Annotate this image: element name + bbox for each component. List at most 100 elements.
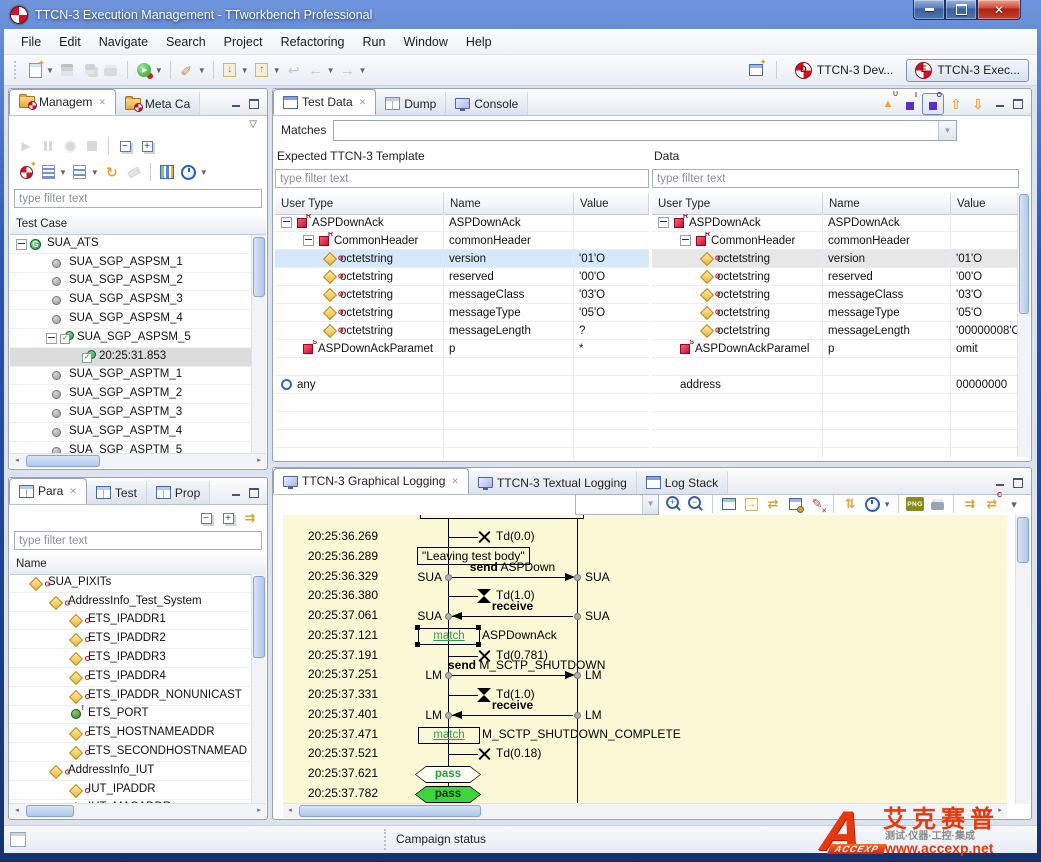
tree-item-ets-ipaddr4[interactable]: ETS_IPADDR4 [10, 668, 252, 687]
menu-search[interactable]: Search [157, 32, 215, 52]
dropdown-caret-icon[interactable]: ▼ [883, 500, 891, 509]
report-button[interactable] [157, 162, 177, 182]
vertical-scrollbar[interactable] [1017, 193, 1030, 457]
table-row[interactable] [652, 358, 1019, 376]
table-row-octetstring[interactable]: octetstringreserved'00'O [275, 268, 649, 286]
data-filter-input[interactable] [652, 169, 1019, 188]
parameter-filter-input[interactable] [14, 531, 262, 550]
nav-up-button[interactable] [946, 94, 966, 114]
tree-item-ets-port[interactable]: ETS_PORT [10, 706, 252, 725]
dropdown-caret-icon[interactable]: ▼ [59, 168, 67, 177]
overflow-chevron-button[interactable] [1004, 494, 1024, 514]
menu-run[interactable]: Run [354, 32, 395, 52]
open-perspective-button[interactable] [746, 60, 766, 80]
table-row[interactable] [652, 430, 1019, 448]
collapse-expander-icon[interactable] [680, 235, 691, 246]
table-row[interactable] [652, 412, 1019, 430]
dropdown-caret-icon[interactable]: ▼ [198, 66, 206, 75]
menu-refactoring[interactable]: Refactoring [272, 32, 354, 52]
perspective-ttcn-3-dev[interactable]: DTTCN-3 Dev... [786, 59, 902, 82]
dropdown-caret-icon[interactable]: ▼ [46, 66, 54, 75]
menu-help[interactable]: Help [457, 32, 501, 52]
scroll-left-icon[interactable]: ◂ [10, 804, 24, 818]
minimize-view-icon[interactable] [231, 98, 242, 109]
swap-button[interactable] [763, 494, 783, 514]
maximize-view-icon[interactable] [1012, 477, 1023, 488]
nav-down-button[interactable] [968, 94, 988, 114]
diagram-timestamp[interactable]: 20:25:37.251 [283, 667, 378, 681]
close-icon[interactable]: ✕ [359, 97, 367, 108]
diagram-timestamp[interactable]: 20:25:37.061 [283, 608, 378, 622]
collapse-expander-icon[interactable] [303, 235, 314, 246]
minimize-button[interactable] [913, 0, 945, 20]
expand-all-button[interactable] [137, 136, 157, 156]
testdata-tab-console[interactable]: Console [446, 92, 528, 115]
diagram-timestamp[interactable]: 20:25:37.331 [283, 687, 378, 701]
vertical-scrollbar[interactable] [251, 574, 266, 804]
table-row[interactable] [275, 412, 649, 430]
collapse-expander-icon[interactable] [16, 239, 27, 250]
new-campaign-button[interactable] [16, 162, 36, 182]
para-tab-test[interactable]: Test [87, 481, 147, 504]
table-row-octetstring[interactable]: octetstringreserved'00'O [652, 268, 1019, 286]
close-icon[interactable]: ✕ [451, 476, 459, 487]
table-row-aspdownack[interactable]: ASPDownAckASPDownAck [275, 214, 649, 232]
matches-combo[interactable]: ▼ [333, 120, 957, 141]
delete-marks-button[interactable] [807, 494, 827, 514]
new-wizard-button[interactable] [25, 60, 45, 80]
testcase-column-header[interactable]: Test Case [10, 213, 266, 235]
para-tab-prop[interactable]: Prop [147, 481, 210, 504]
close-button[interactable]: ✕ [977, 0, 1021, 20]
maximize-view-icon[interactable] [248, 487, 259, 498]
column-header-user-type[interactable]: User Type [652, 193, 823, 214]
horizontal-scrollbar[interactable]: ◂ ▸ [10, 453, 266, 468]
table-row[interactable] [652, 394, 1019, 412]
diagram-timestamp[interactable]: 20:25:37.401 [283, 707, 378, 721]
diagram-timestamp[interactable]: 20:25:36.269 [283, 529, 378, 543]
column-header-name[interactable]: Name [823, 193, 951, 214]
collapse-expander-icon[interactable] [46, 333, 57, 344]
column-header-value[interactable]: Value [951, 193, 1019, 214]
table-row-aspdownackparamel[interactable]: ASPDownAckParamelpomit [652, 340, 1019, 358]
table-row-octetstring[interactable]: octetstringmessageType'05'O [275, 304, 649, 322]
selection-handle[interactable] [476, 625, 481, 630]
table-row-octetstring[interactable]: octetstringversion'01'O [275, 250, 649, 268]
scroll-right-icon[interactable]: ▸ [252, 804, 266, 818]
table-row-commonheader[interactable]: CommonHeadercommonHeader [652, 232, 1019, 250]
tree-item-sua-sgp-asptm-3[interactable]: SUA_SGP_ASPTM_3 [10, 404, 252, 423]
table-row-any[interactable]: any [275, 376, 649, 394]
table-row[interactable] [275, 430, 649, 448]
tree-item-addressinfo-iut[interactable]: AddressInfo_IUT [10, 762, 252, 781]
view-menu-chevron-icon[interactable]: ▽ [249, 119, 257, 130]
tree-item-20-25-31-853[interactable]: 20:25:31.853 [10, 348, 252, 367]
history-clock-button[interactable] [179, 162, 199, 182]
logging-tab-log-stack[interactable]: Log Stack [637, 471, 728, 494]
campaign-view-button[interactable] [38, 162, 58, 182]
sort-updown-button[interactable] [840, 494, 860, 514]
tree-view-button[interactable] [70, 162, 90, 182]
menu-window[interactable]: Window [394, 32, 456, 52]
tree-item-addressinfo-test-system[interactable]: AddressInfo_Test_System [10, 593, 252, 612]
dropdown-caret-icon[interactable]: ▼ [91, 168, 99, 177]
collapse-all-button[interactable] [196, 508, 216, 528]
tree-item-sua-sgp-asptm-2[interactable]: SUA_SGP_ASPTM_2 [10, 385, 252, 404]
dropdown-caret-icon[interactable]: ▼ [155, 66, 163, 75]
tree-item-iut-ipaddr[interactable]: IUT_IPADDR [10, 781, 252, 800]
maximize-view-icon[interactable] [1012, 98, 1023, 109]
vertical-scrollbar[interactable] [1015, 515, 1030, 804]
tree-item-sua-sgp-aspsm-5[interactable]: SUA_SGP_ASPSM_5 [10, 329, 252, 348]
dropdown-caret-icon[interactable]: ▼ [359, 66, 367, 75]
para-tab-para[interactable]: Para✕ [9, 478, 87, 504]
time-clock-button[interactable] [862, 494, 882, 514]
match-box[interactable]: match [418, 727, 480, 744]
tree-item-ets-secondhostnamead[interactable]: ETS_SECONDHOSTNAMEAD [10, 743, 252, 762]
collapse-all-button[interactable] [115, 136, 135, 156]
title-bar[interactable]: TTCN-3 Execution Management - TTworkbenc… [4, 0, 1037, 29]
column-header-name[interactable]: Name [444, 193, 574, 214]
logging-tab-ttcn-3-graphical-logging[interactable]: TTCN-3 Graphical Logging✕ [273, 468, 469, 494]
menu-edit[interactable]: Edit [50, 32, 90, 52]
table-row-octetstring[interactable]: octetstringversion'01'O [652, 250, 1019, 268]
table-row-octetstring[interactable]: octetstringmessageClass'03'O [652, 286, 1019, 304]
diagram-timestamp[interactable]: 20:25:37.121 [283, 628, 378, 642]
format-brush-button[interactable] [177, 60, 197, 80]
